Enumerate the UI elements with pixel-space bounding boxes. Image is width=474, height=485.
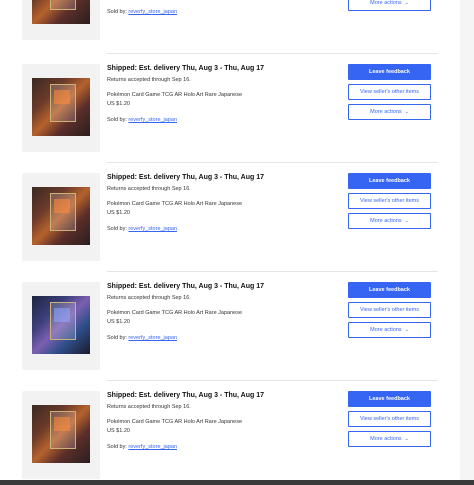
sold-by-label: Sold by: — [107, 335, 127, 341]
more-actions-button[interactable]: More actions ⌄ — [348, 431, 431, 447]
sold-by: Sold by: reverfy_store_japan — [107, 335, 177, 341]
item-title[interactable]: Pokémon Card Game TCG AR Holo Art Rare J… — [107, 92, 242, 98]
card-image — [32, 296, 90, 354]
shipping-status: Shipped: Est. delivery Thu, Aug 3 - Thu,… — [107, 392, 264, 399]
order-divider — [107, 271, 438, 272]
sold-by: Sold by: reverfy_store_japan — [107, 444, 177, 450]
card-image — [32, 78, 90, 136]
returns-info: Returns accepted through Sep 16. — [107, 295, 191, 301]
more-actions-label: More actions — [370, 327, 402, 333]
sold-by: Sold by: reverfy_store_japan — [107, 9, 177, 15]
card-image — [32, 187, 90, 245]
more-actions-label: More actions — [370, 436, 402, 442]
card-image — [32, 405, 90, 463]
more-actions-label: More actions — [370, 0, 402, 6]
sold-by-label: Sold by: — [107, 117, 127, 123]
item-title[interactable]: Pokémon Card Game TCG AR Holo Art Rare J… — [107, 201, 242, 207]
bottom-scroll-edge — [0, 480, 474, 485]
item-thumbnail[interactable] — [22, 282, 100, 370]
more-actions-button[interactable]: More actions ⌄ — [348, 0, 431, 11]
sold-by-label: Sold by: — [107, 9, 127, 15]
returns-info: Returns accepted through Sep 16. — [107, 77, 191, 83]
more-actions-label: More actions — [370, 109, 402, 115]
seller-link[interactable]: reverfy_store_japan — [128, 226, 177, 232]
returns-info: Returns accepted through Sep 16. — [107, 404, 191, 410]
page-right-edge — [460, 0, 474, 485]
shipping-status: Shipped: Est. delivery Thu, Aug 3 - Thu,… — [107, 65, 264, 72]
item-title[interactable]: Pokémon Card Game TCG AR Holo Art Rare J… — [107, 310, 242, 316]
view-seller-items-button[interactable]: View seller's other items — [348, 302, 431, 318]
item-thumbnail[interactable] — [22, 391, 100, 479]
item-price: US $1.20 — [107, 319, 130, 325]
chevron-down-icon: ⌄ — [404, 218, 409, 224]
more-actions-button[interactable]: More actions ⌄ — [348, 322, 431, 338]
sold-by-label: Sold by: — [107, 226, 127, 232]
leave-feedback-button[interactable]: Leave feedback — [348, 282, 431, 298]
view-seller-items-button[interactable]: View seller's other items — [348, 193, 431, 209]
seller-link[interactable]: reverfy_store_japan — [128, 444, 177, 450]
view-seller-items-button[interactable]: View seller's other items — [348, 84, 431, 100]
order-divider — [107, 53, 438, 54]
item-title[interactable]: Pokémon Card Game TCG AR Holo Art Rare J… — [107, 419, 242, 425]
more-actions-button[interactable]: More actions ⌄ — [348, 213, 431, 229]
chevron-down-icon: ⌄ — [404, 0, 409, 6]
order-divider — [107, 162, 438, 163]
more-actions-button[interactable]: More actions ⌄ — [348, 104, 431, 120]
order-divider — [107, 380, 438, 381]
item-thumbnail[interactable] — [22, 0, 100, 40]
item-thumbnail[interactable] — [22, 173, 100, 261]
leave-feedback-button[interactable]: Leave feedback — [348, 173, 431, 189]
item-price: US $1.20 — [107, 428, 130, 434]
seller-link[interactable]: reverfy_store_japan — [128, 9, 177, 15]
item-thumbnail[interactable] — [22, 64, 100, 152]
item-price: US $1.20 — [107, 101, 130, 107]
item-price: US $1.20 — [107, 210, 130, 216]
chevron-down-icon: ⌄ — [404, 327, 409, 333]
view-seller-items-button[interactable]: View seller's other items — [348, 411, 431, 427]
shipping-status: Shipped: Est. delivery Thu, Aug 3 - Thu,… — [107, 174, 264, 181]
more-actions-label: More actions — [370, 218, 402, 224]
leave-feedback-button[interactable]: Leave feedback — [348, 391, 431, 407]
returns-info: Returns accepted through Sep 16. — [107, 186, 191, 192]
sold-by: Sold by: reverfy_store_japan — [107, 226, 177, 232]
seller-link[interactable]: reverfy_store_japan — [128, 335, 177, 341]
card-image — [32, 0, 90, 24]
chevron-down-icon: ⌄ — [404, 109, 409, 115]
leave-feedback-button[interactable]: Leave feedback — [348, 64, 431, 80]
chevron-down-icon: ⌄ — [404, 436, 409, 442]
sold-by: Sold by: reverfy_store_japan — [107, 117, 177, 123]
sold-by-label: Sold by: — [107, 444, 127, 450]
shipping-status: Shipped: Est. delivery Thu, Aug 3 - Thu,… — [107, 283, 264, 290]
seller-link[interactable]: reverfy_store_japan — [128, 117, 177, 123]
